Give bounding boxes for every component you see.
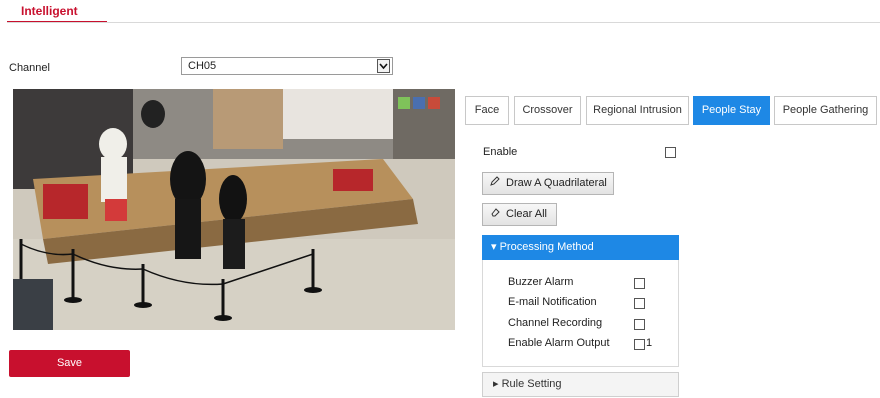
draw-quadrilateral-label: Draw A Quadrilateral [506,177,607,189]
clear-all-label: Clear All [506,208,547,220]
alarm-output-checkbox[interactable] [634,339,645,350]
tab-people-stay[interactable]: People Stay [693,96,770,125]
enable-checkbox[interactable] [665,147,676,158]
channel-label: Channel [9,62,50,74]
buzzer-alarm-checkbox[interactable] [634,278,645,289]
channel-recording-label: Channel Recording [508,317,603,329]
channel-select[interactable]: CH05 [181,57,393,75]
alarm-output-number: 1 [646,337,653,349]
save-button[interactable]: Save [9,350,130,377]
caret-right-icon: ▸ [493,378,499,390]
draw-quadrilateral-button[interactable]: Draw A Quadrilateral [482,172,614,195]
eraser-icon [490,204,502,225]
tab-crossover[interactable]: Crossover [514,96,581,125]
channel-select-value: CH05 [188,60,217,72]
alarm-output-label: Enable Alarm Output [508,337,610,349]
camera-preview[interactable] [13,89,455,330]
email-notification-checkbox[interactable] [634,298,645,309]
header-divider [7,22,880,23]
processing-method-header[interactable]: ▾ Processing Method [482,235,679,260]
email-notification-label: E-mail Notification [508,296,597,308]
camera-scene-image [13,89,455,330]
buzzer-alarm-label: Buzzer Alarm [508,276,574,288]
channel-recording-checkbox[interactable] [634,319,645,330]
pencil-icon [490,173,502,194]
tab-people-gathering[interactable]: People Gathering [774,96,877,125]
processing-method-title: Processing Method [499,241,594,253]
tab-face[interactable]: Face [465,96,509,125]
chevron-down-icon[interactable] [377,59,390,73]
tab-regional-intrusion[interactable]: Regional Intrusion [586,96,689,125]
caret-down-icon: ▾ [491,241,497,253]
enable-label: Enable [483,146,518,158]
rule-setting-title: Rule Setting [501,378,562,390]
clear-all-button[interactable]: Clear All [482,203,557,226]
tab-intelligent[interactable]: Intelligent [21,4,78,18]
rule-setting-header[interactable]: ▸ Rule Setting [482,372,679,397]
